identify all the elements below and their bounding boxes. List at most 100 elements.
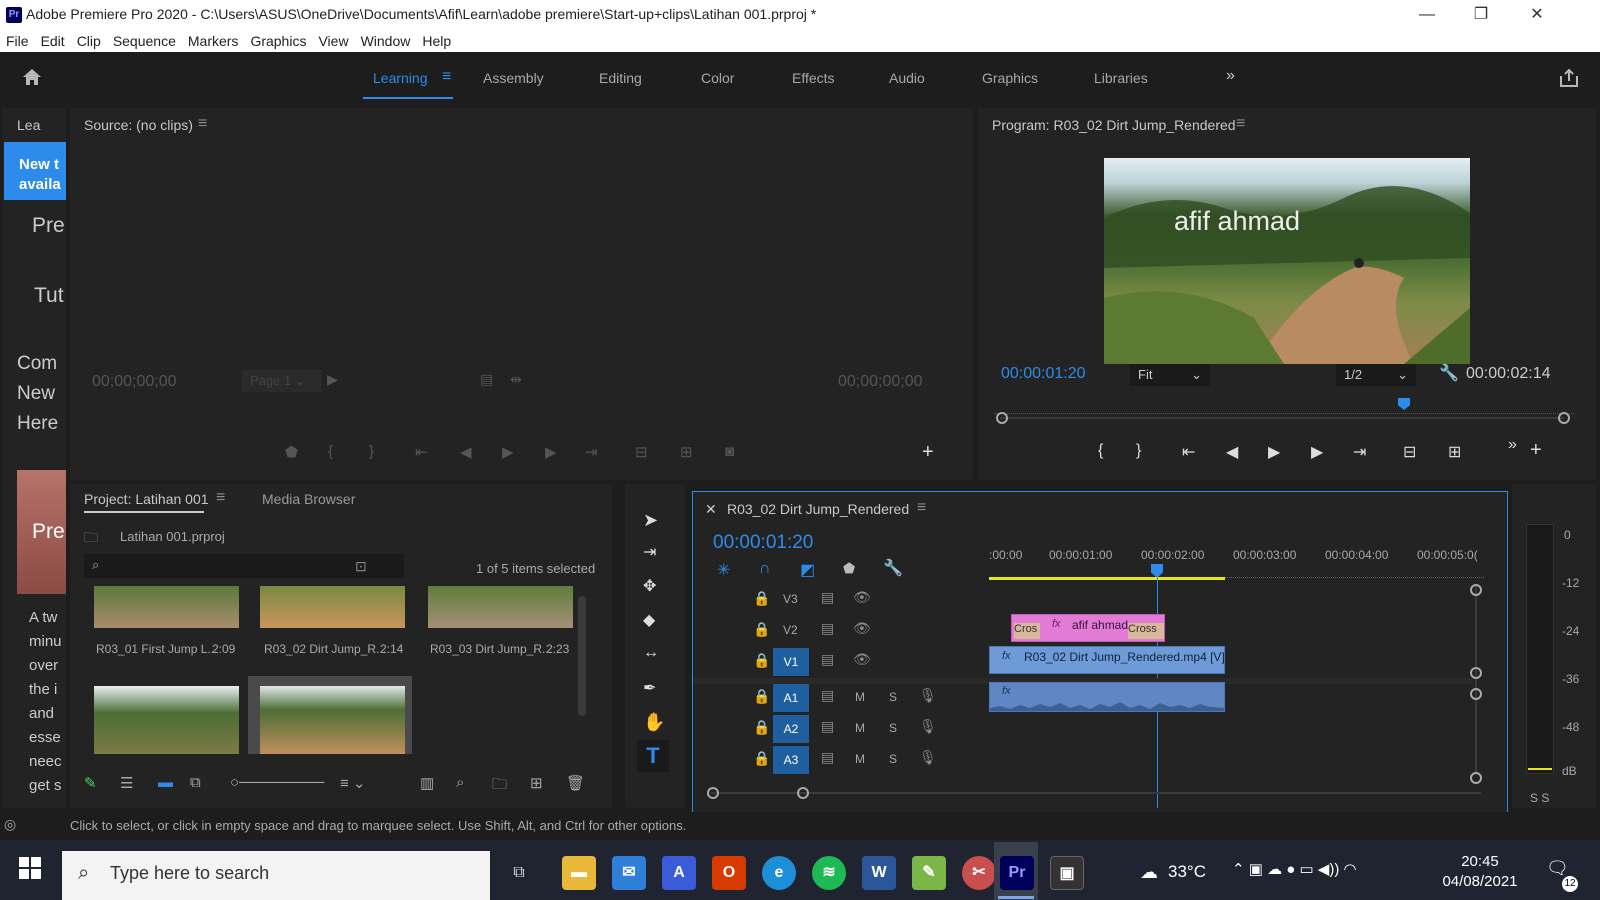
workspace-graphics[interactable]: Graphics [982, 70, 1038, 86]
track-label-targeted[interactable]: A2 [773, 715, 809, 743]
mark-out-icon[interactable]: } [1136, 442, 1141, 460]
sync-lock-icon[interactable]: ▤ [821, 620, 834, 637]
lift-icon[interactable]: ⊟ [1403, 442, 1416, 462]
zoom-handle-right[interactable] [797, 787, 809, 799]
sync-lock-icon[interactable]: ▤ [821, 687, 834, 704]
spotify-icon[interactable]: ≋ [812, 856, 846, 890]
toggle-output-eye-icon[interactable]: 👁 [853, 620, 871, 637]
learn-tab[interactable]: Lea [17, 117, 40, 133]
mark-out-icon[interactable]: } [369, 443, 374, 460]
office-icon[interactable]: O [712, 856, 746, 890]
sort-icon[interactable]: ≡ ⌄ [340, 774, 366, 792]
workspace-color[interactable]: Color [701, 70, 734, 86]
freeform-view-icon[interactable]: ⧉ [190, 774, 201, 791]
add-marker-icon[interactable]: ⬟ [843, 560, 855, 577]
more-controls-icon[interactable]: » [1508, 436, 1517, 454]
zoom-handle-right[interactable] [1558, 412, 1570, 424]
voice-over-mic-icon[interactable]: 🎙 [919, 718, 937, 735]
windows-start-icon[interactable] [18, 856, 42, 880]
file-explorer-icon[interactable]: ▬ [562, 856, 596, 890]
minimize-icon[interactable]: — [1404, 4, 1450, 26]
razor-tool-icon[interactable]: ◆ [643, 610, 655, 630]
paint-app-icon[interactable]: ✎ [912, 856, 946, 890]
share-icon[interactable] [1558, 67, 1580, 89]
step-forward-icon[interactable]: ▶ [545, 443, 557, 461]
weather-temperature[interactable]: 33°C [1168, 862, 1206, 882]
weather-cloud-icon[interactable]: ☁ [1140, 862, 1158, 883]
system-tray-icons[interactable]: ⌃ ▣ ☁ ● ▭ ◀)) ◠ [1232, 860, 1357, 878]
clip-thumbnail[interactable] [260, 686, 405, 754]
sync-lock-icon[interactable]: ▤ [821, 749, 834, 766]
project-scrollbar[interactable] [578, 596, 586, 716]
settings-icon[interactable]: ▤ [480, 371, 493, 388]
workspace-libraries[interactable]: Libraries [1094, 70, 1148, 86]
snap-icon[interactable]: ∩ [759, 560, 771, 578]
sequence-title[interactable]: R03_02 Dirt Jump_Rendered [727, 501, 909, 517]
track-label[interactable]: V2 [783, 623, 798, 637]
clock[interactable]: 20:45 04/08/2021 [1440, 853, 1520, 890]
track-lock-icon[interactable]: 🔒 [753, 652, 770, 669]
menu-view[interactable]: View [312, 30, 354, 52]
program-current-timecode[interactable]: 00:00:01:20 [1001, 365, 1086, 383]
step-forward-icon[interactable]: ▶ [1311, 442, 1323, 462]
scroll-handle[interactable] [1470, 584, 1482, 596]
scroll-handle[interactable] [1470, 667, 1482, 679]
track-lock-icon[interactable]: 🔒 [753, 688, 770, 705]
cross-dissolve-left[interactable]: Cros [1014, 623, 1040, 639]
menu-edit[interactable]: Edit [35, 30, 71, 52]
pencil-icon[interactable]: ✎ [84, 774, 97, 792]
menu-help[interactable]: Help [416, 30, 457, 52]
word-icon[interactable]: W [862, 856, 896, 890]
new-tutorial-banner[interactable]: New t availa [4, 142, 66, 200]
play-icon[interactable]: ▶ [1268, 442, 1280, 462]
home-icon[interactable] [20, 65, 44, 89]
list-view-icon[interactable]: ☰ [120, 774, 133, 792]
restore-icon[interactable]: ❐ [1458, 4, 1504, 26]
clip-thumbnail[interactable] [94, 686, 239, 754]
scroll-handle[interactable] [1470, 688, 1482, 700]
voice-over-mic-icon[interactable]: 🎙 [919, 749, 937, 766]
icon-view-icon[interactable]: ▬ [158, 774, 173, 791]
zoom-slider-icon[interactable]: ○──────── [230, 774, 324, 791]
slip-tool-icon[interactable]: ↔ [643, 644, 659, 662]
close-icon[interactable]: ✕ [1514, 4, 1560, 26]
mail-icon[interactable]: ✉ [612, 856, 646, 890]
mute-button[interactable]: M [855, 721, 865, 735]
pen-tool-icon[interactable]: ✒ [643, 678, 656, 698]
menu-sequence[interactable]: Sequence [107, 30, 182, 52]
audio-clip-a1[interactable]: fx [989, 682, 1225, 712]
timeline-vertical-scroll[interactable] [1475, 584, 1477, 774]
toggle-output-eye-icon[interactable]: 👁 [853, 589, 871, 606]
track-lock-icon[interactable]: 🔒 [753, 621, 770, 638]
extract-icon[interactable]: ⊞ [1448, 442, 1461, 462]
clip-thumbnail[interactable] [94, 586, 239, 628]
step-back-icon[interactable]: ◀ [460, 443, 472, 461]
solo-button[interactable]: S [889, 721, 897, 735]
workspace-effects[interactable]: Effects [792, 70, 835, 86]
scroll-handle[interactable] [1470, 772, 1482, 784]
media-browser-tab[interactable]: Media Browser [262, 491, 355, 507]
go-to-out-icon[interactable]: ⇥ [585, 443, 598, 461]
workspace-audio[interactable]: Audio [889, 70, 925, 86]
wrench-icon[interactable]: 🔧 [1439, 363, 1459, 383]
more-workspaces-icon[interactable]: » [1226, 67, 1235, 85]
workspace-menu-icon[interactable]: ≡ [442, 68, 451, 86]
tutorial-thumbnail[interactable]: Pre [17, 470, 66, 594]
find-icon[interactable]: ⌕ [456, 774, 464, 791]
go-to-in-icon[interactable]: ⇤ [1182, 442, 1195, 462]
track-label-targeted[interactable]: A1 [773, 684, 809, 712]
vpn-app-icon[interactable]: A [662, 856, 696, 890]
find-icon[interactable]: ⊡ [355, 558, 367, 575]
mark-in-icon[interactable]: { [1098, 442, 1103, 460]
timeline-horizontal-scroll[interactable] [711, 792, 1481, 794]
type-tool-icon[interactable]: T [637, 740, 669, 772]
linked-selection-icon[interactable]: ◩ [800, 560, 815, 580]
taskbar-search-input[interactable]: ⌕ Type here to search [62, 851, 490, 900]
drag-video-icon[interactable]: ⇹ [510, 371, 522, 388]
premiere-taskbar-icon[interactable]: Pr [1000, 856, 1034, 890]
sync-lock-icon[interactable]: ▤ [821, 718, 834, 735]
menu-clip[interactable]: Clip [71, 30, 107, 52]
track-select-icon[interactable]: ⇥ [643, 542, 656, 562]
source-title[interactable]: Source: (no clips) [84, 117, 193, 133]
page-select[interactable]: Page 1 ⌄ [242, 370, 322, 392]
